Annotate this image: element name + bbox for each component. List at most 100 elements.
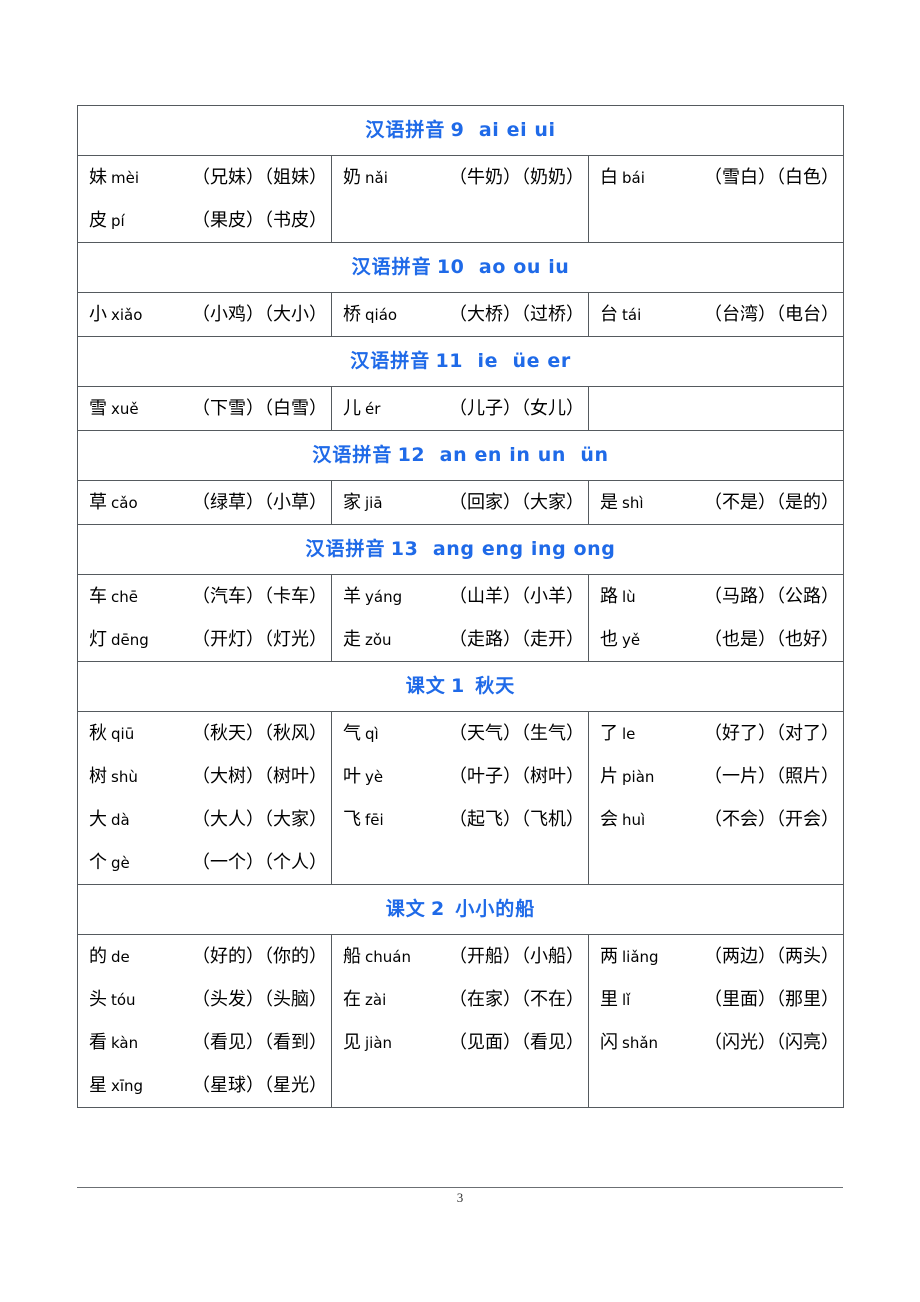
vocabulary-words: （里面）（那里） — [704, 989, 840, 1009]
vocabulary-character: 车 — [89, 586, 107, 606]
vocabulary-column: （下雪）（白雪） 雪 xuě — [77, 386, 332, 431]
vocabulary-pinyin: zài — [365, 991, 387, 1009]
vocabulary-character: 秋 — [89, 723, 107, 743]
vocabulary-entry: （兄妹）（姐妹） 妹 mèi — [78, 156, 331, 199]
vocabulary-words: （儿子）（女儿） — [449, 398, 584, 418]
vocabulary-entry: （看见）（看到） 看 kàn — [78, 1021, 331, 1064]
vocabulary-words: （叶子）（树叶） — [449, 766, 584, 786]
vocabulary-column: （大桥）（过桥） 桥 qiáo — [331, 292, 589, 337]
vocabulary-character: 奶 — [343, 167, 361, 187]
section-title-chinese: 课文 — [405, 676, 446, 697]
vocabulary-pinyin: tái — [622, 306, 642, 324]
vocabulary-character: 台 — [600, 304, 618, 324]
vocabulary-pinyin: chuán — [365, 948, 411, 966]
section-title-chinese: 汉语拼音 — [350, 351, 431, 372]
vocabulary-entry: （山羊）（小羊） 羊 yáng — [332, 575, 588, 618]
vocabulary-character: 家 — [343, 492, 361, 512]
vocabulary-entry: （汽车）（卡车） 车 chē — [78, 575, 331, 618]
vocabulary-pinyin: xīng — [111, 1077, 144, 1095]
vocabulary-words: （也是）（也好） — [704, 629, 840, 649]
section-title: 汉语拼音 13 ang eng ing ong — [78, 525, 843, 574]
vocabulary-pinyin: piàn — [622, 768, 655, 786]
vocabulary-pinyin: gè — [111, 854, 130, 872]
section-header-row: 汉语拼音 12 an en in un ün — [76, 430, 845, 481]
section-title: 汉语拼音 10 ao ou iu — [78, 243, 843, 292]
section-header-cell: 汉语拼音 12 an en in un ün — [76, 430, 845, 481]
vocabulary-column: （绿草）（小草） 草 cǎo — [77, 480, 332, 525]
vocabulary-words: （汽车）（卡车） — [192, 586, 327, 606]
vocabulary-entry: （开船）（小船） 船 chuán — [332, 935, 588, 978]
vocabulary-entry: （雪白）（白色） 白 bái — [589, 156, 843, 199]
vocabulary-pinyin: nǎi — [365, 169, 388, 187]
section-header-row: 课文 1 秋天 — [76, 661, 845, 712]
vocabulary-entry: （走路）（走开） 走 zǒu — [332, 618, 588, 661]
vocabulary-column: （回家）（大家） 家 jiā — [331, 480, 589, 525]
vocabulary-words: （见面）（看见） — [449, 1032, 584, 1052]
section-title-latin: 9 ai ei ui — [450, 119, 556, 141]
section-title-latin: 13 ang eng ing ong — [390, 538, 616, 560]
vocabulary-character: 里 — [600, 989, 618, 1009]
vocabulary-words: （开船）（小船） — [449, 946, 584, 966]
vocabulary-character: 会 — [600, 809, 618, 829]
vocabulary-pinyin: qiū — [111, 725, 135, 743]
vocabulary-pinyin: tóu — [111, 991, 136, 1009]
vocabulary-pinyin: fēi — [365, 811, 384, 829]
vocabulary-character: 小 — [89, 304, 107, 324]
vocabulary-entry: （头发）（头脑） 头 tóu — [78, 978, 331, 1021]
vocabulary-entry: （叶子）（树叶） 叶 yè — [332, 755, 588, 798]
vocabulary-pinyin: shù — [111, 768, 138, 786]
vocabulary-words: （好了）（对了） — [704, 723, 840, 743]
section-title-latin: 1 — [450, 675, 465, 697]
section-body-row: （好的）（你的） 的 de （头发）（头脑） 头 tóu （看见）（看到） 看 kàn （星球）（… — [77, 934, 845, 1108]
section-title-chinese: 汉语拼音 — [351, 257, 432, 278]
vocabulary-column: （两边）（两头） 两 liǎng （里面）（那里） 里 lǐ （闪光）（闪亮） 闪 shǎn — [587, 934, 845, 1108]
vocabulary-words: （秋天）（秋风） — [192, 723, 327, 743]
vocabulary-pinyin: kàn — [111, 1034, 139, 1052]
vocabulary-pinyin: zǒu — [365, 631, 392, 649]
vocabulary-pinyin: qiáo — [365, 306, 398, 324]
vocabulary-entry: （绿草）（小草） 草 cǎo — [78, 481, 331, 524]
section-body-row: （下雪）（白雪） 雪 xuě （儿子）（女儿） 儿 ér — [77, 386, 845, 431]
vocabulary-character: 看 — [89, 1032, 107, 1052]
section-title-latin: 10 ao ou iu — [436, 256, 570, 278]
vocabulary-entry: （起飞）（飞机） 飞 fēi — [332, 798, 588, 841]
vocabulary-words: （果皮）（书皮） — [192, 210, 327, 230]
vocabulary-character: 是 — [600, 492, 618, 512]
vocabulary-character: 头 — [89, 989, 107, 1009]
vocabulary-words: （一个）（个人） — [192, 852, 327, 872]
vocabulary-character: 了 — [600, 723, 618, 743]
vocabulary-words: （好的）（你的） — [192, 946, 327, 966]
vocabulary-column: （儿子）（女儿） 儿 ér — [331, 386, 589, 431]
vocabulary-table: 汉语拼音 9 ai ei ui （兄妹）（姐妹） 妹 mèi （果皮）（书皮） 皮 pí （牛… — [76, 105, 845, 1108]
vocabulary-entry: （两边）（两头） 两 liǎng — [589, 935, 843, 978]
vocabulary-column: （好了）（对了） 了 le （一片）（照片） 片 piàn （不会）（开会） 会 huì — [587, 711, 845, 885]
section-header-cell: 汉语拼音 9 ai ei ui — [76, 105, 845, 156]
section-header-row: 课文 2 小小的船 — [76, 884, 845, 935]
section-header-row: 汉语拼音 10 ao ou iu — [76, 242, 845, 293]
section-header-row: 汉语拼音 9 ai ei ui — [76, 105, 845, 156]
vocabulary-pinyin: xiǎo — [111, 306, 143, 324]
section-title-chinese: 汉语拼音 — [312, 445, 393, 466]
vocabulary-column: （小鸡）（大小） 小 xiǎo — [77, 292, 332, 337]
section-header-row: 汉语拼音 11 ie üe er — [76, 336, 845, 387]
vocabulary-words: （开灯）（灯光） — [192, 629, 327, 649]
vocabulary-pinyin: jiā — [365, 494, 383, 512]
vocabulary-words: （山羊）（小羊） — [449, 586, 584, 606]
section-body-row: （秋天）（秋风） 秋 qiū （大树）（树叶） 树 shù （大人）（大家） 大 dà （一个）（… — [77, 711, 845, 885]
vocabulary-pinyin: mèi — [111, 169, 140, 187]
section-title-chinese: 汉语拼音 — [305, 539, 386, 560]
vocabulary-character: 也 — [600, 629, 618, 649]
section-body-row: （兄妹）（姐妹） 妹 mèi （果皮）（书皮） 皮 pí （牛奶）（奶奶） 奶 nǎi （雪白）… — [77, 155, 845, 243]
vocabulary-character: 船 — [343, 946, 361, 966]
vocabulary-entry: （闪光）（闪亮） 闪 shǎn — [589, 1021, 843, 1064]
vocabulary-entry: （大人）（大家） 大 dà — [78, 798, 331, 841]
vocabulary-column: （汽车）（卡车） 车 chē （开灯）（灯光） 灯 dēng — [77, 574, 332, 662]
vocabulary-character: 气 — [343, 723, 361, 743]
vocabulary-pinyin: pí — [111, 212, 125, 230]
section-title: 课文 1 秋天 — [78, 662, 843, 711]
vocabulary-pinyin: dēng — [111, 631, 149, 649]
vocabulary-pinyin: cǎo — [111, 494, 138, 512]
vocabulary-pinyin: xuě — [111, 400, 139, 418]
section-header-cell: 汉语拼音 11 ie üe er — [76, 336, 845, 387]
vocabulary-entry: （儿子）（女儿） 儿 ér — [332, 387, 588, 430]
